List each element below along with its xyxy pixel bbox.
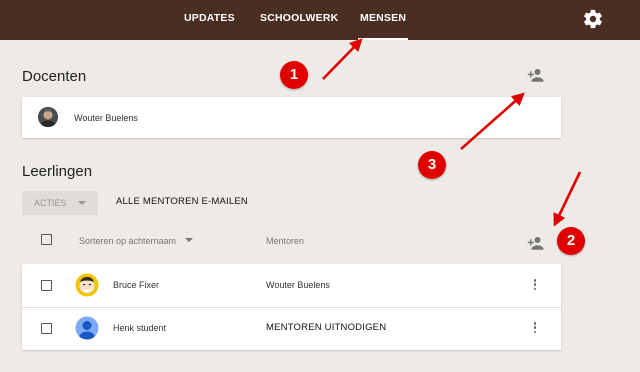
annotation-arrows	[322, 38, 582, 227]
annotation-marker-3: 3	[418, 151, 446, 179]
annotation-arrow-3	[460, 92, 525, 150]
annotation-marker-2: 2	[557, 227, 585, 255]
annotation-arrow-1	[322, 38, 363, 80]
annotation-marker-1: 1	[280, 61, 308, 89]
annotation-arrow-2	[553, 171, 582, 227]
